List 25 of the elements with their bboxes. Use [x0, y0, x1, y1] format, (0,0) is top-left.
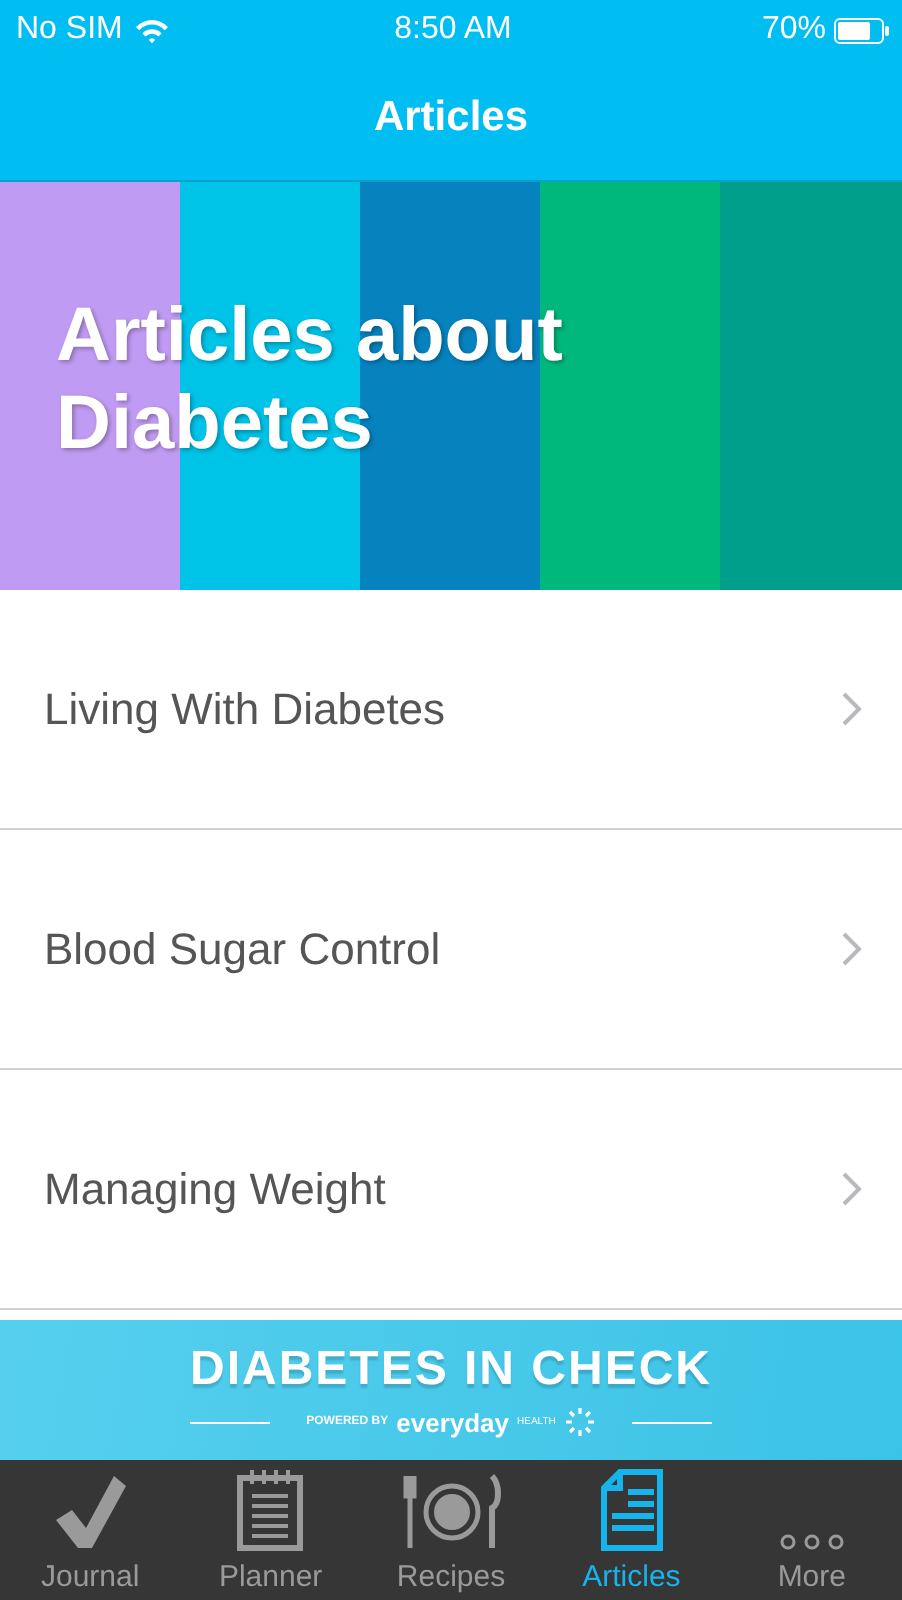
clock-time: 8:50 AM — [394, 12, 512, 48]
chevron-icon — [842, 932, 862, 966]
ad-title: DIABETES IN CHECK — [189, 1342, 713, 1398]
chevron-icon — [842, 1172, 862, 1206]
more-icon — [777, 1532, 846, 1552]
tab-item[interactable]: Recipes — [360, 1460, 542, 1600]
wifi-icon — [134, 17, 171, 43]
battery-icon — [833, 17, 890, 43]
tab-item[interactable]: Journal — [0, 1460, 181, 1600]
carrier-label: No SIM — [16, 12, 123, 48]
tab-item[interactable]: Articles — [541, 1460, 722, 1600]
article-row[interactable]: Managing Weight — [0, 1070, 902, 1310]
tab-item[interactable]: More — [721, 1460, 902, 1600]
chevron-icon — [842, 692, 862, 726]
tab-item[interactable]: Planner — [180, 1460, 361, 1600]
brand-name: everyday — [396, 1407, 510, 1437]
notepad-icon — [234, 1468, 307, 1552]
document-icon — [599, 1468, 664, 1552]
battery-percentage: 70% — [761, 12, 826, 48]
nav-title: Articles — [371, 92, 531, 144]
plate-icon — [401, 1472, 501, 1552]
checkmark-icon — [50, 1472, 131, 1552]
article-row[interactable]: Living With Diabetes — [0, 590, 902, 830]
burst-icon — [563, 1406, 596, 1438]
article-row[interactable]: Blood Sugar Control — [0, 830, 902, 1070]
